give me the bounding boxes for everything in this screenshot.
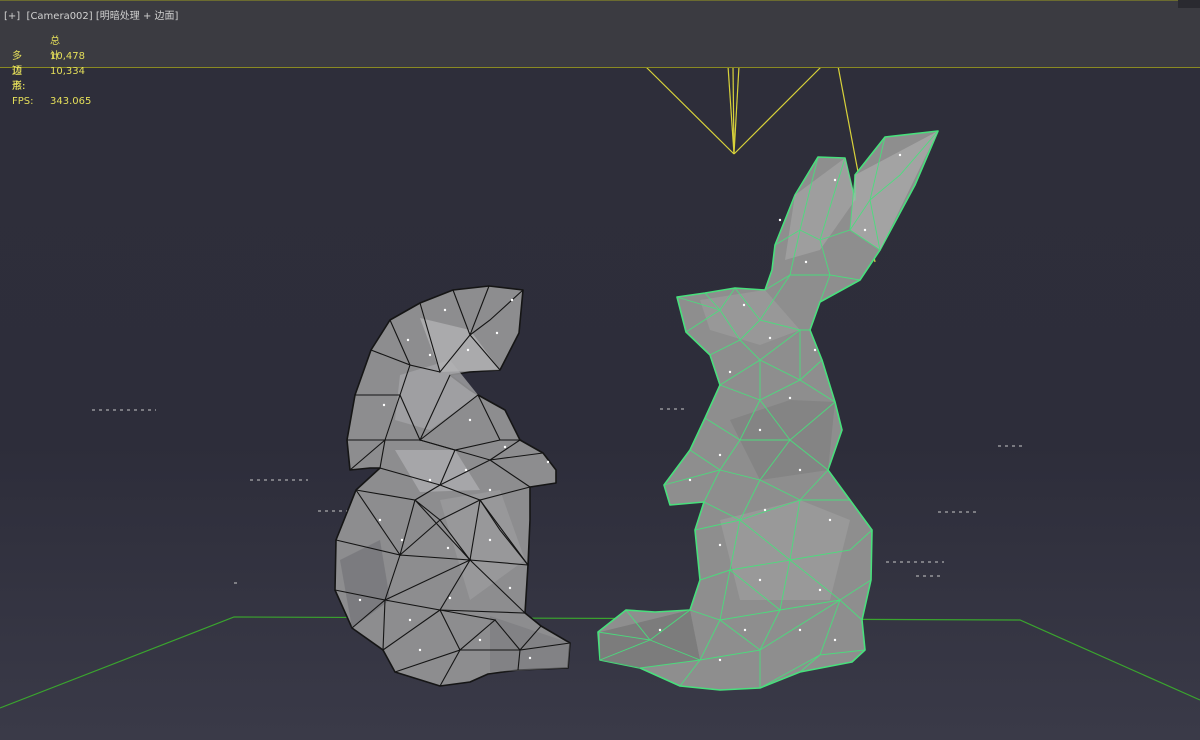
verts-value: 10,334 <box>50 66 85 77</box>
viewport-corner-mark <box>1178 0 1200 8</box>
viewport-camera-menu[interactable]: [Camera002] <box>27 11 93 22</box>
3d-viewport[interactable]: [+] [Camera002] [明暗处理 + 边面] 总计 多边形: 10,4… <box>0 0 1200 740</box>
viewport-label-menu: [+] [Camera002] [明暗处理 + 边面] <box>4 7 178 22</box>
fps-value: 343.065 <box>50 96 92 107</box>
fps-label: FPS: <box>12 96 34 107</box>
grid-dash-marks <box>92 408 1026 584</box>
verts-label: 顶点: <box>12 66 26 92</box>
viewport-plus-menu[interactable]: [+] <box>4 11 20 22</box>
selected-bunny-mesh[interactable] <box>597 130 939 691</box>
polys-value: 10,478 <box>50 51 85 62</box>
viewport-info-bar <box>0 0 1200 68</box>
grey-bunny-mesh[interactable] <box>334 285 571 687</box>
scene-canvas[interactable] <box>0 0 1200 740</box>
viewport-shading-menu[interactable]: [明暗处理 + 边面] <box>96 11 179 22</box>
